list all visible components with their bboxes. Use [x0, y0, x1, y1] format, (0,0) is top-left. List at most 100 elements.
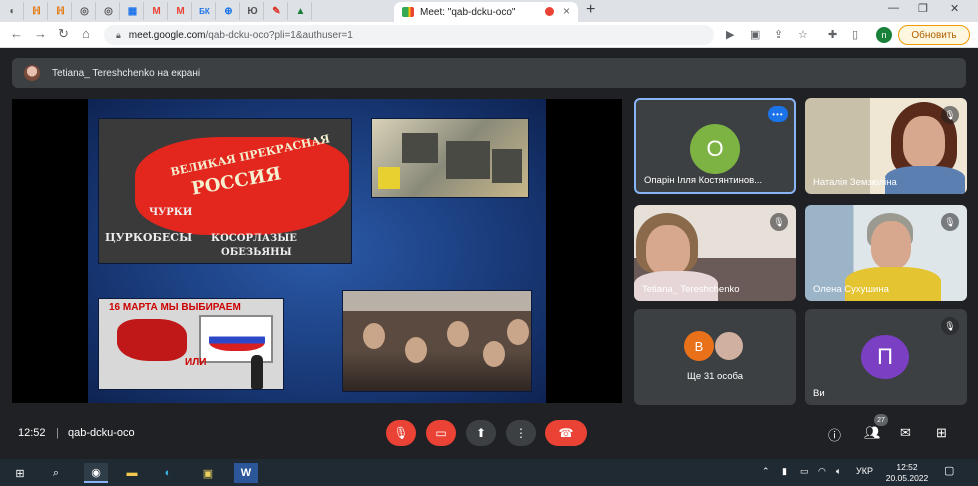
slide-cartoon-image	[371, 118, 529, 198]
back-icon[interactable]: ←	[10, 26, 23, 41]
people-icon[interactable]: 👥︎	[864, 425, 881, 441]
pinned-tab[interactable]: ◐	[2, 2, 24, 20]
others-tile[interactable]: В Ще 31 особа	[634, 309, 796, 405]
pinned-tab[interactable]: ▲	[290, 2, 312, 20]
tray-chevron-icon[interactable]: ⌃	[762, 466, 770, 477]
browser-toolbar: ← → ↻ ⌂ 🔒︎ meet.google.com/qab-dcku-oco?…	[0, 22, 978, 48]
search-icon[interactable]: ⌕	[44, 463, 68, 483]
slide-map-image: ВЕЛИКАЯ ПРЕКРАСНАЯ РОССИЯ ЧУРКИ ЦУРКОБЕС…	[98, 118, 352, 264]
share-icon[interactable]: ⇪	[774, 28, 783, 41]
pinned-tab[interactable]: ℍ	[50, 2, 72, 20]
reload-icon[interactable]: ↻	[58, 26, 69, 42]
poster-left-map	[117, 319, 187, 361]
word-icon[interactable]: W	[234, 463, 258, 483]
participant-name: Олена Сухушина	[813, 284, 889, 295]
forward-icon[interactable]: →	[34, 26, 47, 41]
windows-start-icon[interactable]: ⊞	[8, 463, 32, 483]
mic-off-icon: 🎙︎	[941, 213, 959, 231]
wifi-icon[interactable]: ◠	[818, 466, 826, 477]
camera-off-button[interactable]: ▭	[426, 420, 456, 446]
close-window-icon[interactable]: ✕	[950, 2, 959, 15]
poster-or: ИЛИ	[185, 357, 207, 368]
minimize-window-icon[interactable]: —	[888, 2, 899, 14]
recording-indicator-icon	[545, 7, 554, 16]
participant-tile[interactable]: 🎙︎ Наталія Земзюліна	[805, 98, 967, 194]
self-name: Ви	[813, 388, 825, 399]
lock-icon: 🔒︎	[116, 29, 121, 40]
update-button[interactable]: Обновить	[898, 25, 970, 45]
pinned-tab[interactable]: ℍ	[26, 2, 48, 20]
presenter-avatar	[24, 65, 40, 81]
shared-slide: ВЕЛИКАЯ ПРЕКРАСНАЯ РОССИЯ ЧУРКИ ЦУРКОБЕС…	[88, 99, 546, 403]
other-participant-photo	[714, 331, 744, 361]
file-explorer-icon[interactable]: ▬	[120, 463, 144, 483]
camera-icon[interactable]: ▶	[726, 28, 734, 41]
presenter-banner: Tetiana_ Tereshchenko на екрані	[12, 58, 966, 88]
restore-window-icon[interactable]: ❐	[918, 2, 928, 15]
map-word: ЦУРКОБЕСЫ	[105, 231, 193, 244]
pinned-tab[interactable]: ◎	[74, 2, 96, 20]
self-tile[interactable]: П 🎙︎ Ви	[805, 309, 967, 405]
profile-avatar[interactable]: n	[876, 27, 892, 43]
mic-off-button[interactable]: 🎙︎	[386, 420, 416, 446]
poster-walking-man	[251, 355, 263, 389]
system-clock[interactable]: 12:52 20.05.2022	[880, 462, 934, 484]
url-path: /qab-dcku-oco?pli=1&authuser=1	[205, 29, 353, 41]
network-icon[interactable]: ▭	[800, 466, 809, 477]
poster-heading: 16 МАРТА МЫ ВЫБИРАЕМ	[109, 302, 241, 313]
mic-off-icon: 🎙︎	[770, 213, 788, 231]
sidepanel-icon[interactable]: ▯	[852, 28, 858, 41]
screen: ◐ ℍ ℍ ◎ ◎ ▦ M M БК ⊕ Ю ✎ ▲ Meet: "qab-dc…	[0, 0, 978, 486]
meet-favicon-icon	[402, 7, 414, 17]
meeting-info-icon[interactable]: ⓘ	[828, 425, 841, 444]
tab-meet[interactable]: Meet: "qab-dcku-oco" ×	[394, 2, 578, 22]
new-tab-button[interactable]: +	[586, 1, 595, 19]
chrome-taskbar-icon[interactable]: ◉	[84, 463, 108, 483]
participant-tile[interactable]: О ••• Опарін Ілля Костянтинов...	[634, 98, 796, 194]
pinned-tab[interactable]: M	[170, 2, 192, 20]
participant-avatar: О	[690, 124, 740, 174]
translate-icon[interactable]: ▣	[750, 28, 760, 41]
participant-tile[interactable]: 🎙︎ Tetiana_ Tereshchenko	[634, 205, 796, 301]
keyboard-language[interactable]: УКР	[856, 466, 873, 476]
usb-icon[interactable]: ▮	[782, 466, 787, 477]
participant-name: Опарін Ілля Костянтинов...	[644, 175, 763, 186]
windows-taskbar: ⊞ ⌕ ◉ ▬ ◐ ▣ W ⌃ ▮ ▭ ◠ 🔈︎ УКР 12:52 20.05…	[0, 459, 978, 486]
more-options-button[interactable]: ⋮	[506, 420, 536, 446]
address-bar[interactable]: 🔒︎ meet.google.com/qab-dcku-oco?pli=1&au…	[104, 25, 714, 45]
present-screen-button[interactable]: ⬆	[466, 420, 496, 446]
map-word: КОСОРЛАЗЫЕ	[211, 233, 297, 244]
activities-icon[interactable]: ⊞	[936, 425, 947, 441]
poster-right-map	[199, 315, 273, 363]
store-icon[interactable]: ▣	[196, 463, 220, 483]
volume-icon[interactable]: 🔈︎	[836, 466, 841, 477]
meeting-code: qab-dcku-oco	[68, 427, 135, 439]
clock-date: 20.05.2022	[885, 473, 929, 483]
time-separator: |	[56, 427, 59, 439]
participant-video-face	[903, 116, 945, 168]
participant-video-face	[871, 221, 911, 269]
pinned-tab[interactable]: ⊕	[218, 2, 240, 20]
map-word: ОБЕЗЬЯНЫ	[221, 247, 292, 258]
pinned-tab[interactable]: ◎	[98, 2, 120, 20]
pinned-tab[interactable]: БК	[194, 2, 216, 20]
extensions-icon[interactable]: ✚	[828, 28, 837, 41]
pinned-tab-gmail[interactable]: M	[146, 2, 168, 20]
chat-icon[interactable]: ✉	[900, 425, 911, 441]
bookmark-star-icon[interactable]: ☆	[798, 28, 808, 41]
edge-icon[interactable]: ◐	[156, 463, 180, 483]
mic-off-icon: 🎙︎	[941, 317, 959, 335]
participant-tile[interactable]: 🎙︎ Олена Сухушина	[805, 205, 967, 301]
pinned-tab[interactable]: Ю	[242, 2, 264, 20]
close-tab-icon[interactable]: ×	[563, 4, 570, 18]
presentation-stage[interactable]: ВЕЛИКАЯ ПРЕКРАСНАЯ РОССИЯ ЧУРКИ ЦУРКОБЕС…	[12, 99, 622, 403]
pinned-tab[interactable]: ▦	[122, 2, 144, 20]
leave-call-button[interactable]: ☎	[545, 420, 587, 446]
home-icon[interactable]: ⌂	[82, 26, 90, 41]
pinned-tab[interactable]: ✎	[266, 2, 288, 20]
other-participant-avatar: В	[684, 331, 714, 361]
tab-title: Meet: "qab-dcku-oco"	[420, 6, 516, 18]
presenter-banner-text: Tetiana_ Tereshchenko на екрані	[52, 67, 201, 79]
notifications-icon[interactable]: ▢	[944, 464, 954, 477]
participant-video-body	[885, 166, 965, 194]
